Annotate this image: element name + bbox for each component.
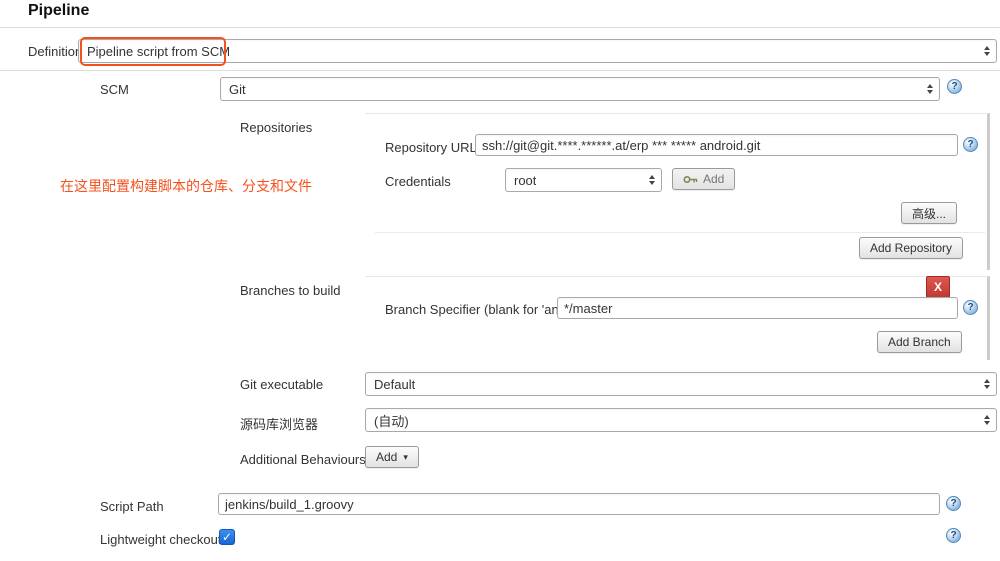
caret-down-icon: ▾ (403, 451, 408, 462)
add-repository-button-label: Add Repository (870, 241, 953, 255)
add-branch-button[interactable]: Add Branch (877, 331, 962, 353)
definition-select[interactable]: Pipeline script from SCM (78, 37, 997, 66)
divider (375, 232, 985, 233)
divider (0, 27, 1000, 28)
select-arrows-icon (649, 175, 655, 185)
jenkins-pipeline-config: Pipeline Definition Pipeline script from… (0, 0, 1000, 561)
script-path-help-icon[interactable]: ? (946, 496, 961, 511)
lightweight-checkout-label: Lightweight checkout (100, 532, 222, 547)
key-icon (683, 175, 698, 183)
branch-specifier-help-icon[interactable]: ? (963, 300, 978, 315)
delete-branch-button[interactable]: X (926, 276, 950, 298)
credentials-add-label: Add (703, 172, 725, 186)
additional-behaviours-add-button[interactable]: Add ▾ (365, 446, 419, 468)
script-path-input[interactable] (218, 493, 940, 515)
git-executable-select[interactable]: Default (365, 372, 997, 396)
definition-select-value: Pipeline script from SCM (87, 43, 231, 59)
credentials-select-value: root (514, 172, 537, 188)
repository-url-input[interactable] (475, 134, 958, 156)
branch-specifier-label: Branch Specifier (blank for 'any') (385, 302, 573, 317)
repository-browser-select-value: (自动) (374, 413, 409, 429)
page-title: Pipeline (28, 2, 90, 19)
credentials-add-button[interactable]: Add (672, 168, 736, 190)
script-path-label: Script Path (100, 499, 164, 514)
repository-browser-label: 源码库浏览器 (240, 417, 319, 432)
divider (0, 70, 1000, 71)
git-executable-label: Git executable (240, 377, 324, 392)
credentials-label: Credentials (385, 174, 451, 189)
check-icon: ✓ (221, 530, 233, 544)
select-arrows-icon (927, 84, 933, 94)
scm-select[interactable]: Git (220, 77, 940, 101)
repository-url-help-icon[interactable]: ? (963, 137, 978, 152)
git-executable-select-value: Default (374, 376, 416, 392)
additional-behaviours-add-label: Add (376, 450, 398, 464)
select-arrows-icon (984, 46, 990, 56)
advanced-button-label: 高级... (912, 206, 947, 221)
select-arrows-icon (984, 379, 990, 389)
annotation-text: 在这里配置构建脚本的仓库、分支和文件 (60, 178, 312, 194)
scm-help-icon[interactable]: ? (947, 79, 962, 94)
definition-label: Definition (28, 44, 83, 59)
lightweight-checkout-checkbox[interactable]: ✓ (219, 529, 235, 545)
repository-url-label: Repository URL (385, 140, 477, 155)
repository-browser-select[interactable]: (自动) (365, 408, 997, 432)
add-branch-button-label: Add Branch (888, 335, 951, 349)
advanced-button[interactable]: 高级... (901, 202, 958, 224)
credentials-select[interactable]: root (505, 168, 662, 192)
scm-select-value: Git (229, 81, 246, 97)
additional-behaviours-label: Additional Behaviours (240, 452, 366, 467)
branch-specifier-input[interactable] (557, 297, 958, 319)
select-arrows-icon (984, 415, 990, 425)
add-repository-button[interactable]: Add Repository (859, 237, 964, 259)
branches-label: Branches to build (240, 283, 341, 298)
scm-label: SCM (100, 82, 129, 97)
lightweight-checkout-help-icon[interactable]: ? (946, 528, 961, 543)
repositories-label: Repositories (240, 120, 313, 135)
